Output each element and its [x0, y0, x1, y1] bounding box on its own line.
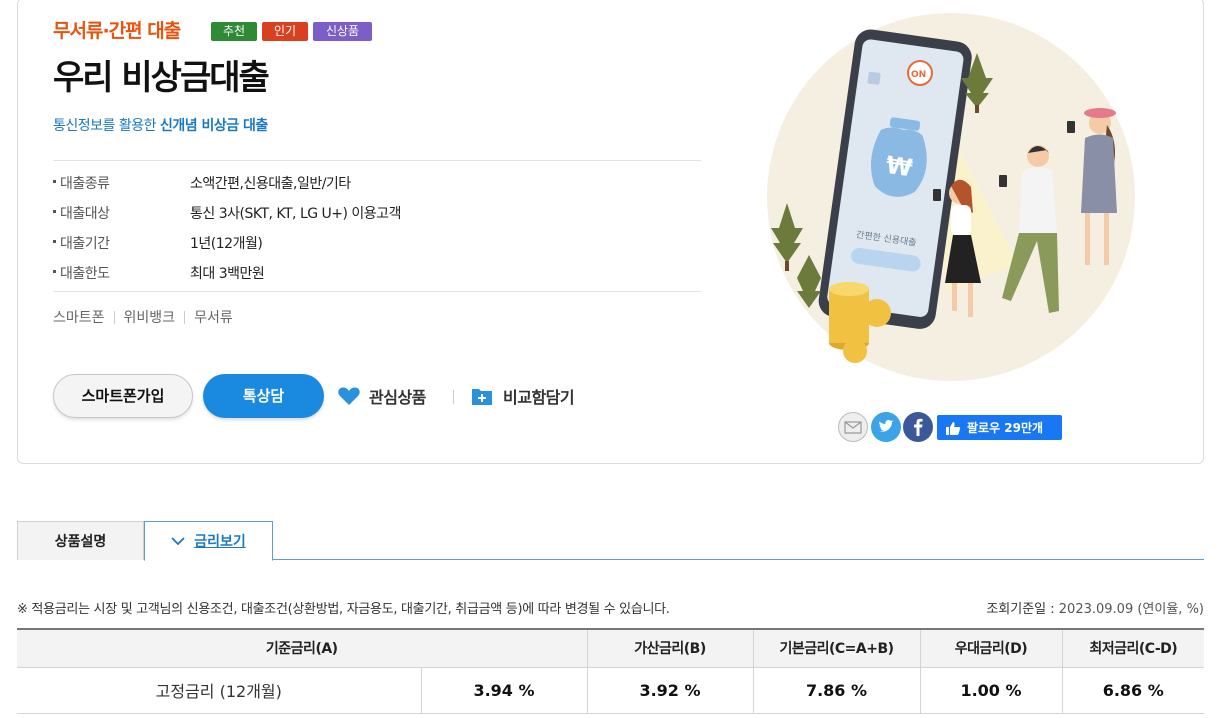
- product-subtitle: 통신정보를 활용한 신개념 비상금 대출: [53, 115, 268, 135]
- header-basic-rate: 기본금리(C=A+B): [752, 628, 920, 668]
- basic-rate-value: 7.86 %: [752, 667, 920, 714]
- phone-on-label: ON: [911, 70, 926, 80]
- base-date-label: 조회기준일 :: [986, 602, 1059, 617]
- thumbs-up-icon: [946, 421, 961, 435]
- base-rate-value: 3.94 %: [420, 667, 587, 714]
- badge-recommended: 추천: [211, 22, 257, 41]
- divider: [53, 291, 701, 292]
- rate-table: 기준금리(A) 가산금리(B) 기본금리(C=A+B) 우대금리(D) 최저금리…: [17, 628, 1204, 714]
- header-add-rate: 가산금리(B): [586, 628, 753, 668]
- envelope-icon: [844, 421, 862, 434]
- base-date-value: 2023.09.09 (연이율, %): [1058, 602, 1204, 617]
- tag-item[interactable]: 무서류: [194, 307, 233, 327]
- share-facebook-button[interactable]: [903, 412, 933, 442]
- header-min-rate: 최저금리(C-D): [1061, 628, 1204, 668]
- spec-value: 통신 3사(SKT, KT, LG U+) 이용고객: [190, 206, 401, 222]
- table-row: 고정금리 (12개월) 3.94 % 3.92 % 7.86 % 1.00 % …: [17, 667, 1204, 714]
- share-twitter-button[interactable]: [871, 412, 901, 442]
- heart-icon: [338, 387, 360, 405]
- tag-separator: [184, 310, 186, 324]
- talk-consult-button[interactable]: 톡상담: [203, 374, 324, 418]
- tag-item[interactable]: 위비뱅크: [124, 307, 176, 327]
- add-compare-button[interactable]: 비교함담기: [471, 384, 575, 408]
- follow-label: 팔로우 29만개: [967, 421, 1044, 435]
- facebook-icon: [914, 418, 923, 436]
- spec-value: 1년(12개월): [190, 236, 263, 252]
- facebook-follow-button[interactable]: 팔로우 29만개: [937, 415, 1062, 440]
- product-illustration: ₩ 간편한 신용대출 ON: [767, 13, 1135, 381]
- product-tags: 스마트폰 위비뱅크 무서류: [53, 307, 233, 327]
- min-rate-value: 6.86 %: [1061, 667, 1204, 714]
- tab-label: 상품설명: [54, 534, 107, 550]
- twitter-icon: [879, 419, 894, 432]
- interest-label: 관심상품: [369, 388, 426, 407]
- badge-new: 신상품: [313, 22, 372, 41]
- tab-rates[interactable]: 금리보기: [144, 521, 273, 561]
- spec-label: 대출대상: [53, 203, 183, 223]
- smartphone-join-button[interactable]: 스마트폰가입: [53, 374, 193, 418]
- pref-rate-value: 1.00 %: [919, 667, 1062, 714]
- share-email-button[interactable]: [838, 412, 868, 442]
- subtitle-plain: 통신정보를 활용한: [53, 118, 160, 134]
- add-rate-value: 3.92 %: [586, 667, 753, 714]
- spec-value: 소액간편,신용대출,일반/기타: [190, 176, 351, 192]
- folder-plus-icon: [472, 389, 492, 405]
- action-separator: [453, 390, 454, 404]
- interest-product-button[interactable]: 관심상품: [337, 384, 426, 408]
- base-date: 조회기준일 : 2023.09.09 (연이율, %): [986, 598, 1204, 617]
- svg-text:₩: ₩: [884, 151, 915, 182]
- spec-label: 대출기간: [53, 233, 183, 253]
- chevron-down-icon: [171, 537, 185, 546]
- tab-product-description[interactable]: 상품설명: [17, 521, 144, 560]
- tag-item[interactable]: 스마트폰: [53, 307, 105, 327]
- product-category: 무서류·간편 대출: [53, 20, 181, 42]
- product-title: 우리 비상금대출: [53, 58, 270, 98]
- subtitle-bold: 신개념 비상금 대출: [159, 118, 268, 134]
- compare-label: 비교함담기: [503, 388, 575, 407]
- header-pref-rate: 우대금리(D): [919, 628, 1062, 668]
- rate-type-label: 고정금리 (12개월): [17, 667, 421, 714]
- spec-label: 대출종류: [53, 173, 183, 193]
- tab-label: 금리보기: [194, 534, 246, 550]
- badge-popular: 인기: [262, 22, 308, 41]
- spec-label: 대출한도: [53, 263, 183, 283]
- tag-separator: [113, 310, 115, 324]
- divider: [53, 160, 701, 161]
- rate-notice: ※ 적용금리는 시장 및 고객님의 신용조건, 대출조건(상환방법, 자금용도,…: [17, 602, 670, 617]
- header-base-rate: 기준금리(A): [17, 628, 587, 668]
- spec-value: 최대 3백만원: [190, 266, 265, 282]
- rate-table-header: 기준금리(A) 가산금리(B) 기본금리(C=A+B) 우대금리(D) 최저금리…: [17, 628, 1204, 668]
